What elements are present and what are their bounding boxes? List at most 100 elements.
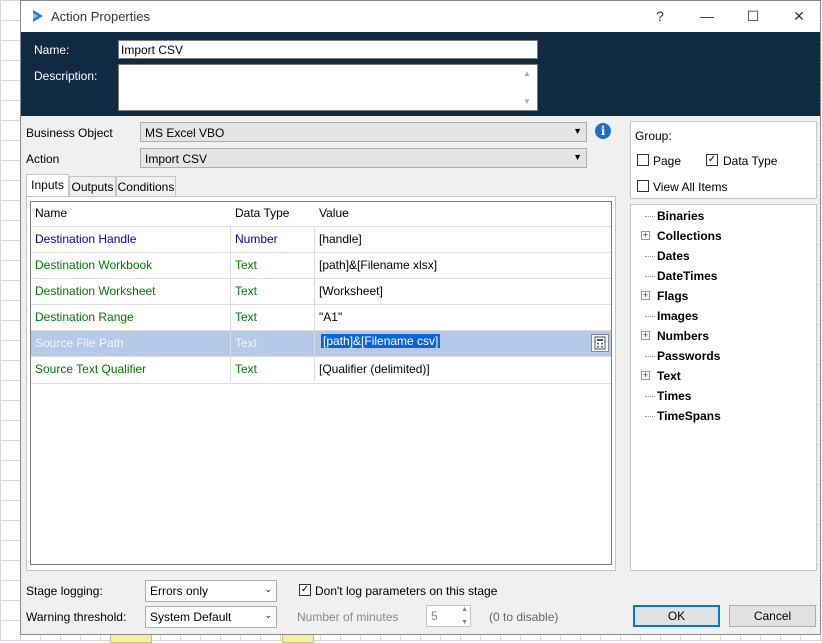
row-value[interactable]: [handle] bbox=[315, 227, 611, 252]
group-panel: Group: Page ✓ Data Type View All Items bbox=[630, 121, 817, 199]
expand-icon[interactable]: + bbox=[641, 371, 650, 380]
scroll-down-icon[interactable]: ▼ bbox=[523, 97, 816, 106]
description-label: Description: bbox=[34, 69, 98, 83]
chevron-down-icon: ▼ bbox=[573, 152, 582, 162]
tree-item-times[interactable]: Times bbox=[657, 389, 691, 403]
tab-inputs[interactable]: Inputs bbox=[26, 174, 69, 197]
row-value[interactable]: [Qualifier (delimited)] bbox=[315, 357, 611, 382]
warning-threshold-value: System Default bbox=[150, 610, 232, 624]
minutes-value: 5 bbox=[431, 609, 438, 623]
cancel-button[interactable]: Cancel bbox=[729, 605, 816, 627]
row-name: Destination Workbook bbox=[31, 253, 231, 278]
header-panel: Name: Import CSV Description: ▲ ▼ bbox=[21, 32, 820, 116]
dont-log-parameters-label: Don't log parameters on this stage bbox=[315, 584, 498, 598]
row-value[interactable]: [Worksheet] bbox=[315, 279, 611, 304]
tree-item-passwords[interactable]: Passwords bbox=[657, 349, 720, 363]
tree-connector bbox=[645, 356, 655, 357]
page-checkbox[interactable] bbox=[637, 154, 649, 166]
tab-conditions[interactable]: Conditions bbox=[116, 176, 176, 196]
table-row[interactable]: Destination Workbook Text [path]&[Filena… bbox=[31, 252, 611, 278]
data-items-tree: Binaries + Collections Dates DateTimes +… bbox=[630, 204, 817, 571]
row-name: Source Text Qualifier bbox=[31, 357, 231, 382]
stage-logging-select[interactable]: Errors only ⌄ bbox=[145, 580, 277, 602]
table-row-selected[interactable]: Source File Path Text [path]&[Filename c… bbox=[31, 330, 611, 356]
business-object-select[interactable]: MS Excel VBO ▼ bbox=[140, 122, 587, 142]
warning-threshold-select[interactable]: System Default ⌄ bbox=[145, 606, 277, 628]
column-header-value[interactable]: Value bbox=[315, 202, 605, 226]
column-header-name[interactable]: Name bbox=[31, 202, 231, 226]
action-label: Action bbox=[26, 152, 60, 166]
row-data-type: Text bbox=[231, 253, 315, 278]
row-name: Destination Worksheet bbox=[31, 279, 231, 304]
row-data-type: Text bbox=[231, 331, 315, 356]
info-icon[interactable]: i bbox=[595, 123, 611, 139]
scroll-up-icon[interactable]: ▲ bbox=[523, 69, 816, 78]
description-input[interactable] bbox=[118, 64, 538, 111]
table-row[interactable]: Source Text Qualifier Text [Qualifier (d… bbox=[31, 356, 611, 383]
expand-icon[interactable]: + bbox=[641, 231, 650, 240]
inputs-grid: Name Data Type Value Destination Handle … bbox=[30, 201, 612, 565]
tab-outputs[interactable]: Outputs bbox=[69, 176, 116, 196]
row-divider bbox=[31, 383, 611, 384]
data-type-checkbox-label: Data Type bbox=[723, 154, 778, 168]
tree-item-text[interactable]: Text bbox=[657, 369, 681, 383]
row-value[interactable]: "A1" bbox=[315, 305, 611, 330]
row-value-editor[interactable]: [path]&[Filename csv] bbox=[321, 334, 441, 348]
business-object-label: Business Object bbox=[26, 126, 113, 140]
tree-item-binaries[interactable]: Binaries bbox=[657, 209, 704, 223]
group-label: Group: bbox=[635, 129, 672, 143]
tree-item-collections[interactable]: Collections bbox=[657, 229, 722, 243]
dont-log-parameters-checkbox[interactable]: ✓ bbox=[299, 584, 311, 596]
chevron-down-icon: ⌄ bbox=[264, 610, 272, 620]
minimize-button[interactable]: — bbox=[692, 5, 722, 27]
page-checkbox-label: Page bbox=[653, 154, 682, 168]
warning-threshold-label: Warning threshold: bbox=[26, 610, 127, 624]
view-all-items-checkbox[interactable] bbox=[637, 180, 649, 192]
table-row[interactable]: Destination Handle Number [handle] bbox=[31, 226, 611, 252]
row-value[interactable]: [path]&[Filename xlsx] bbox=[315, 253, 611, 278]
chevron-down-icon: ▼ bbox=[573, 126, 582, 136]
tree-connector bbox=[645, 216, 655, 217]
stage-logging-value: Errors only bbox=[150, 584, 209, 598]
ok-button[interactable]: OK bbox=[633, 605, 720, 627]
action-value: Import CSV bbox=[145, 152, 208, 166]
tree-connector bbox=[645, 316, 655, 317]
action-select[interactable]: Import CSV ▼ bbox=[140, 148, 587, 168]
row-name: Destination Range bbox=[31, 305, 231, 330]
close-button[interactable]: ✕ bbox=[784, 5, 814, 27]
tree-item-numbers[interactable]: Numbers bbox=[657, 329, 709, 343]
disable-hint: (0 to disable) bbox=[489, 610, 559, 624]
tree-item-dates[interactable]: Dates bbox=[657, 249, 690, 263]
maximize-button[interactable]: ☐ bbox=[738, 5, 768, 27]
business-object-value: MS Excel VBO bbox=[145, 126, 225, 140]
app-icon bbox=[33, 10, 43, 22]
help-button[interactable]: ? bbox=[645, 5, 675, 27]
window-title: Action Properties bbox=[51, 9, 150, 24]
minutes-stepper[interactable]: 5 ▲ ▼ bbox=[426, 605, 471, 627]
tree-connector bbox=[645, 396, 655, 397]
table-row[interactable]: Destination Worksheet Text [Worksheet] bbox=[31, 278, 611, 304]
column-header-data-type[interactable]: Data Type bbox=[231, 202, 315, 226]
tree-connector bbox=[645, 276, 655, 277]
row-data-type: Text bbox=[231, 305, 315, 330]
tree-item-flags[interactable]: Flags bbox=[657, 289, 688, 303]
name-label: Name: bbox=[34, 43, 70, 57]
minutes-label: Number of minutes bbox=[297, 610, 399, 624]
tree-item-timespans[interactable]: TimeSpans bbox=[657, 409, 721, 423]
table-row[interactable]: Destination Range Text "A1" bbox=[31, 304, 611, 330]
tree-item-datetimes[interactable]: DateTimes bbox=[657, 269, 717, 283]
expand-icon[interactable]: + bbox=[641, 331, 650, 340]
stepper-up-icon[interactable]: ▲ bbox=[461, 606, 468, 613]
stepper-down-icon[interactable]: ▼ bbox=[461, 619, 468, 626]
expand-icon[interactable]: + bbox=[641, 291, 650, 300]
row-data-type: Number bbox=[231, 227, 315, 252]
data-type-checkbox[interactable]: ✓ bbox=[706, 154, 718, 166]
name-input[interactable]: Import CSV bbox=[118, 40, 538, 59]
tree-connector bbox=[645, 256, 655, 257]
tree-item-images[interactable]: Images bbox=[657, 309, 698, 323]
view-all-items-label: View All Items bbox=[653, 180, 728, 194]
row-name: Source File Path bbox=[31, 331, 231, 356]
expression-editor-icon[interactable] bbox=[591, 334, 609, 352]
title-bar[interactable]: Action Properties ? — ☐ ✕ bbox=[21, 1, 820, 32]
action-properties-dialog: Action Properties ? — ☐ ✕ Name: Import C… bbox=[20, 0, 821, 635]
